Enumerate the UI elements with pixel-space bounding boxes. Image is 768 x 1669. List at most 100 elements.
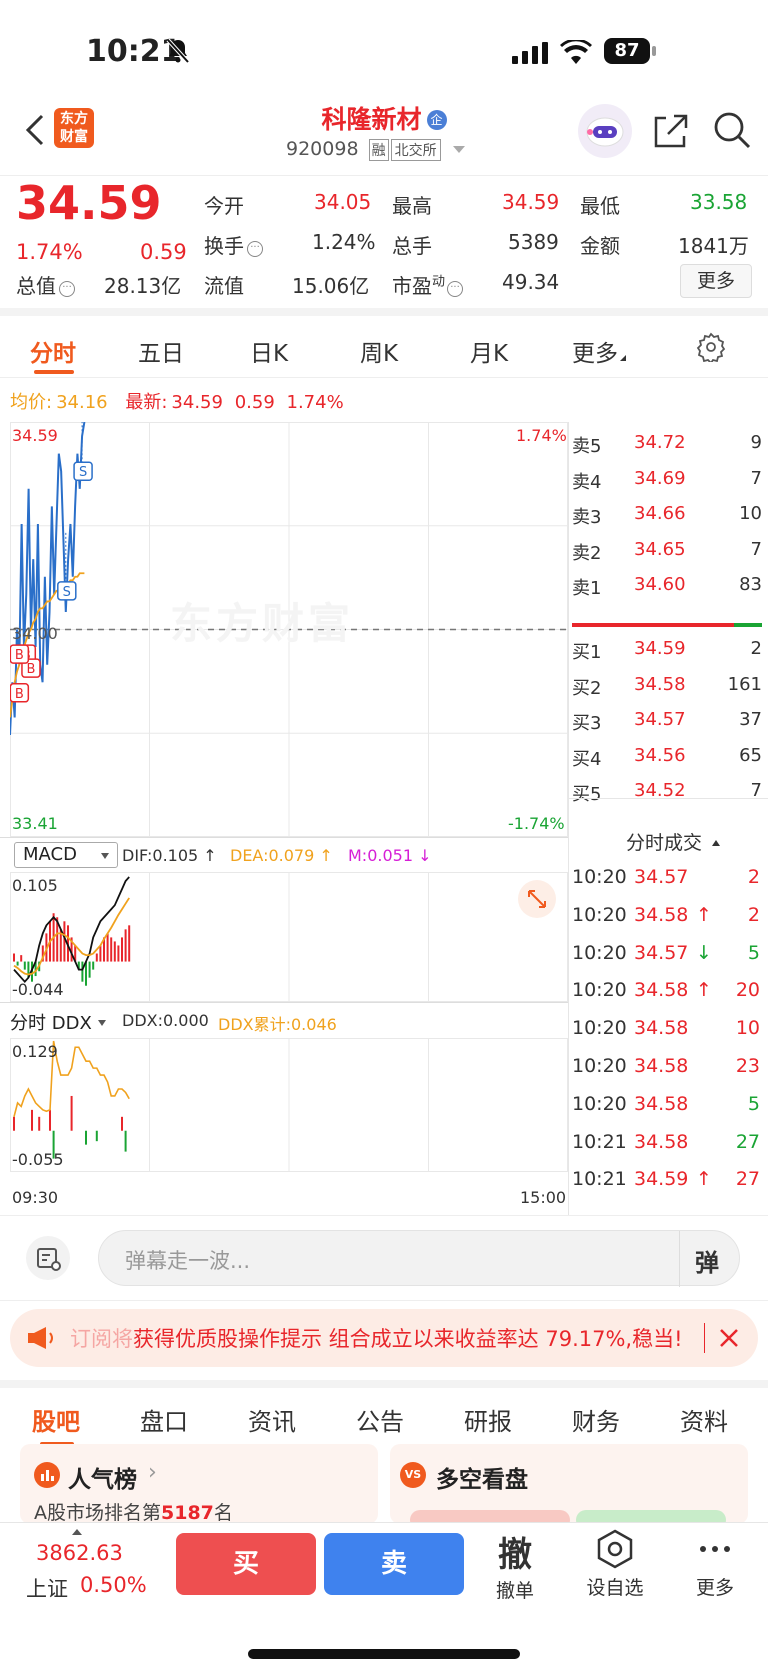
trade-price: 34.58 bbox=[634, 1055, 689, 1077]
chart-tabs: 分时 五日 日K 周K 月K 更多 bbox=[0, 316, 768, 378]
low-value: 33.58 bbox=[690, 190, 748, 214]
mcap-label-text: 总值 bbox=[16, 274, 56, 298]
bull-bear-card[interactable]: VS 多空看盘 bbox=[390, 1444, 748, 1530]
ddx-chart[interactable] bbox=[10, 1038, 568, 1172]
megaphone-icon bbox=[26, 1325, 56, 1355]
info-dots-icon: ··· bbox=[247, 241, 263, 257]
volume-value: 5389 bbox=[508, 230, 559, 254]
tab-profile[interactable]: 资料 bbox=[680, 1402, 728, 1437]
tab-announcements[interactable]: 公告 bbox=[356, 1402, 404, 1437]
trade-volume: 20 bbox=[735, 979, 760, 1002]
trade-time: 10:20 bbox=[572, 866, 627, 888]
ask-label: 卖3 bbox=[572, 507, 602, 528]
trade-price: 34.58 bbox=[634, 1092, 689, 1115]
ddx-selector[interactable]: 分时 DDX bbox=[10, 1009, 106, 1035]
trade-time: 10:20 bbox=[572, 941, 627, 964]
trade-arrow: ↑ bbox=[696, 903, 712, 926]
trade-volume: 5 bbox=[747, 941, 760, 964]
ask-price: 34.69 bbox=[634, 467, 686, 489]
ask-label: 卖2 bbox=[572, 542, 602, 564]
info-tabs: 股吧 盘口 资讯 公告 研报 财务 资料 bbox=[0, 1380, 768, 1446]
bid-row[interactable]: 买2 34.58 161 bbox=[572, 668, 762, 704]
macd-selector[interactable]: MACD bbox=[14, 842, 118, 868]
chevron-down-icon[interactable] bbox=[452, 146, 465, 153]
high-label: 最高 bbox=[392, 194, 432, 218]
ask-row[interactable]: 卖4 34.69 7 bbox=[572, 462, 762, 498]
close-icon[interactable] bbox=[718, 1327, 740, 1353]
danmu-toggle[interactable]: 弹 bbox=[695, 1243, 719, 1278]
trade-price: 34.58 bbox=[634, 903, 689, 926]
amount-label: 金额 bbox=[580, 234, 620, 258]
danmu-input[interactable]: 弹幕走一波... 弹 bbox=[98, 1230, 740, 1287]
tab-research[interactable]: 研报 bbox=[464, 1402, 512, 1437]
tab-news[interactable]: 资讯 bbox=[248, 1402, 296, 1437]
bid-price: 34.57 bbox=[634, 709, 686, 730]
share-icon[interactable] bbox=[652, 112, 690, 154]
pe-label-text: 市盈 bbox=[392, 274, 432, 298]
turnover-label[interactable]: 换手 ··· bbox=[204, 230, 263, 259]
ask-price: 34.66 bbox=[634, 503, 686, 524]
trade-row: 10:20 34.58 10 bbox=[572, 1011, 764, 1049]
bid-label: 买1 bbox=[572, 642, 602, 663]
margin-tag: 融 bbox=[368, 139, 389, 161]
ask-row[interactable]: 卖2 34.65 7 bbox=[572, 533, 762, 569]
bid-volume: 65 bbox=[739, 744, 762, 766]
tab-orderbook[interactable]: 盘口 bbox=[140, 1402, 188, 1437]
hexagon-icon bbox=[597, 1529, 633, 1569]
expand-icon[interactable] bbox=[518, 880, 556, 918]
tab-weekly-k[interactable]: 周K bbox=[360, 334, 398, 368]
tab-monthly-k[interactable]: 月K bbox=[470, 334, 508, 368]
triangle-up-icon bbox=[712, 840, 721, 846]
more-quote-button[interactable]: 更多 bbox=[680, 264, 752, 298]
popularity-sub: A股市场排名第5187名 bbox=[34, 1498, 233, 1525]
sell-button[interactable]: 卖 bbox=[324, 1533, 464, 1595]
index-value[interactable]: 3862.63 bbox=[36, 1541, 123, 1565]
ask-row[interactable]: 卖5 34.72 9 bbox=[572, 426, 762, 462]
bid-row[interactable]: 买3 34.57 37 bbox=[572, 703, 762, 739]
popularity-card[interactable]: 人气榜 › A股市场排名第5187名 bbox=[20, 1444, 378, 1524]
ask-row[interactable]: 卖1 34.60 83 bbox=[572, 568, 762, 604]
dif-text: DIF:0.105 bbox=[122, 846, 199, 865]
trade-row: 10:20 34.58 23 bbox=[572, 1049, 764, 1087]
robot-assistant-icon[interactable] bbox=[578, 104, 632, 158]
ask-row[interactable]: 卖3 34.66 10 bbox=[572, 497, 762, 533]
trade-row: 10:20 34.57 ↓ 5 bbox=[572, 936, 764, 974]
trade-price: 34.57 bbox=[634, 866, 689, 888]
tab-more[interactable]: 更多 bbox=[572, 334, 626, 368]
add-watchlist-button[interactable]: 设自选 bbox=[580, 1529, 650, 1600]
macd-max-label: 0.105 bbox=[12, 876, 58, 895]
trades-header[interactable]: 分时成交 bbox=[626, 828, 721, 855]
last-percent: 1.74% bbox=[286, 392, 344, 413]
stock-name: 科隆新材 bbox=[321, 105, 422, 134]
last-label: 最新: bbox=[125, 392, 168, 413]
search-icon[interactable] bbox=[712, 110, 752, 154]
tab-forum[interactable]: 股吧 bbox=[32, 1402, 80, 1437]
caret-up-icon bbox=[72, 1529, 82, 1535]
bid-price: 34.59 bbox=[634, 638, 686, 659]
promo-divider bbox=[704, 1323, 705, 1353]
promo-banner[interactable]: 订阅将获得优质股操作提示 组合成立以来收益率达 79.17%,稳当! bbox=[10, 1309, 758, 1367]
macd-chart[interactable] bbox=[10, 872, 568, 1002]
buy-button[interactable]: 买 bbox=[176, 1533, 316, 1595]
y-min-label: 33.41 bbox=[12, 814, 58, 833]
trade-time: 10:20 bbox=[572, 1092, 627, 1115]
bid-volume: 161 bbox=[727, 673, 762, 695]
tab-daily-k[interactable]: 日K bbox=[250, 334, 288, 368]
popularity-sub-prefix: A股市场排名第 bbox=[34, 1502, 161, 1524]
trade-arrow: ↑ bbox=[696, 979, 712, 1002]
cancel-order-button[interactable]: 撤 撤单 bbox=[488, 1527, 542, 1603]
danmu-settings-icon[interactable] bbox=[26, 1236, 70, 1280]
settings-gear-icon[interactable] bbox=[696, 332, 726, 366]
bid-row[interactable]: 买5 34.52 7 bbox=[572, 774, 762, 810]
more-button[interactable]: 更多 bbox=[690, 1529, 740, 1600]
tab-intraday[interactable]: 分时 bbox=[30, 334, 76, 368]
pe-label[interactable]: 市盈动 ··· bbox=[392, 270, 464, 299]
buy-marker-label: B bbox=[15, 648, 24, 663]
bid-row[interactable]: 买4 34.56 65 bbox=[572, 739, 762, 775]
tab-finance[interactable]: 财务 bbox=[572, 1402, 620, 1437]
mcap-label[interactable]: 总值 ··· bbox=[16, 270, 75, 299]
tab-5day[interactable]: 五日 bbox=[138, 334, 184, 368]
ask-volume: 83 bbox=[739, 574, 762, 595]
bid-row[interactable]: 买1 34.59 2 bbox=[572, 632, 762, 668]
ask-label: 卖5 bbox=[572, 436, 602, 457]
